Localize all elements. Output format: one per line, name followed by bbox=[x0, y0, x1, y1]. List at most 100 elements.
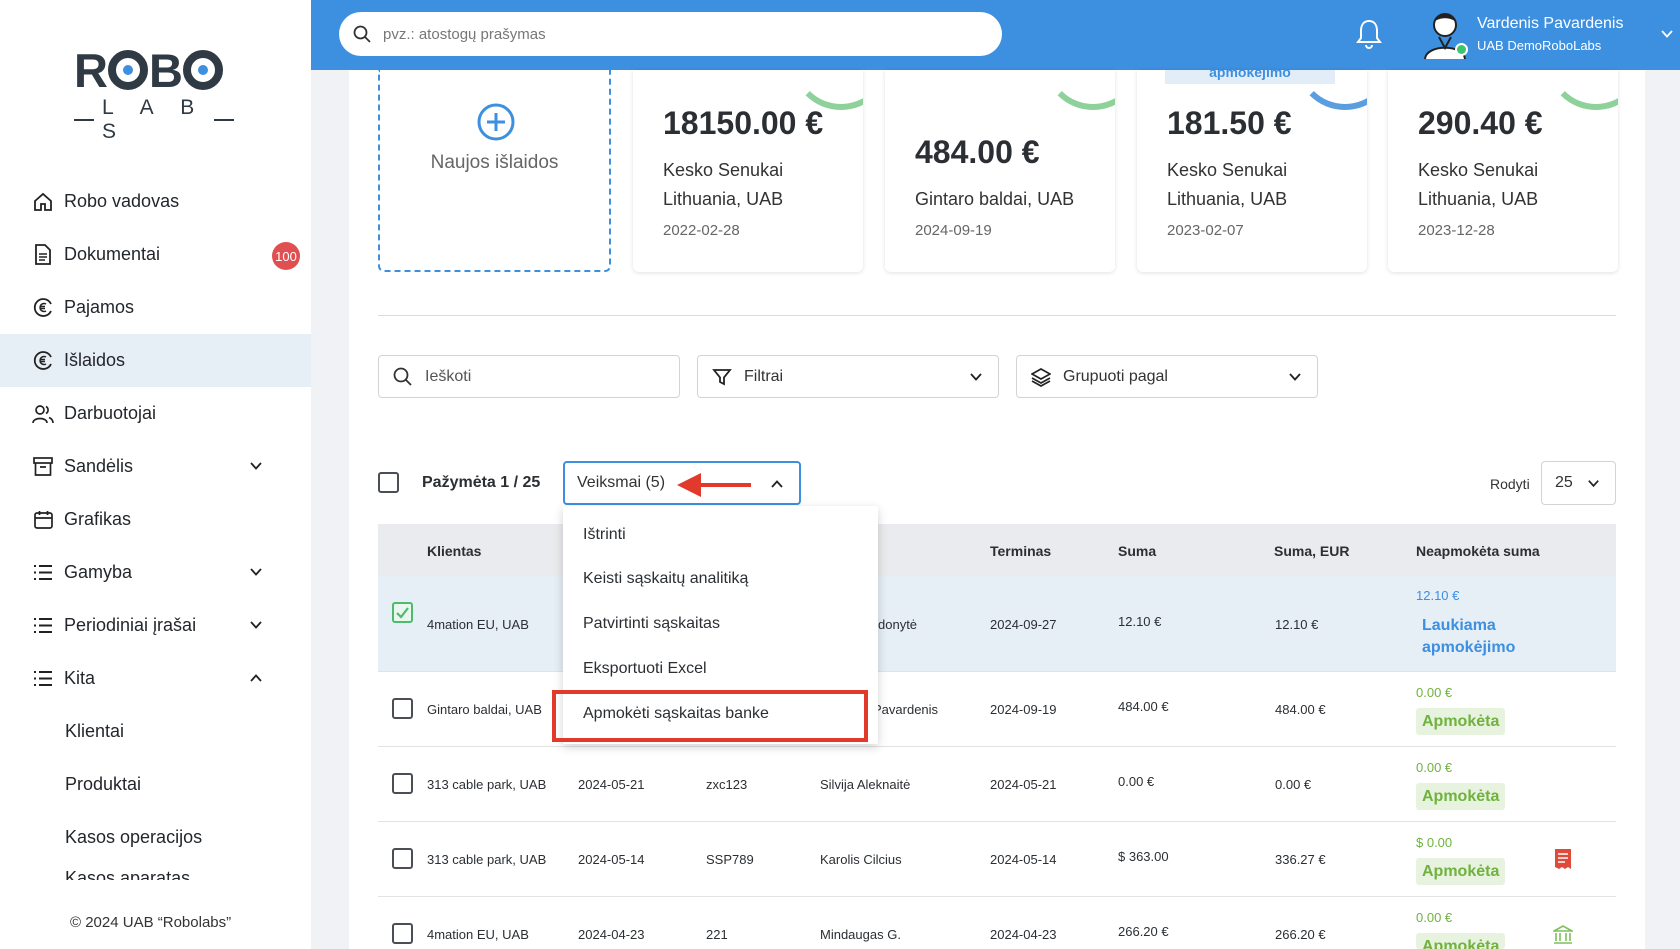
sidebar-item-label: Darbuotojai bbox=[64, 403, 157, 423]
sidebar-item-dokumentai[interactable]: Dokumentai 100 bbox=[0, 228, 311, 281]
selected-count: Pažymėta 1 / 25 bbox=[422, 474, 541, 491]
sidebar-item-robo-vadovas[interactable]: Robo vadovas bbox=[0, 175, 311, 228]
plus-circle-icon bbox=[477, 103, 515, 141]
chevron-down-icon bbox=[1289, 373, 1301, 381]
invoice-date: 2024-09-19 bbox=[915, 222, 992, 239]
calendar-icon bbox=[32, 509, 54, 531]
row-checkbox[interactable] bbox=[392, 848, 413, 869]
user-name[interactable]: Vardenis Pavardenis bbox=[1477, 15, 1623, 33]
sidebar-item-gamyba[interactable]: Gamyba bbox=[0, 546, 311, 599]
chevron-down-icon[interactable] bbox=[248, 458, 264, 474]
cell-sum: $ 363.00 bbox=[1118, 849, 1169, 864]
sidebar-item-label: Dokumentai bbox=[64, 244, 161, 264]
sidebar-subitem-kasos-aparatas[interactable]: Kasos aparatas bbox=[0, 864, 311, 880]
menu-item-confirm-invoices[interactable]: Patvirtinti sąskaitas bbox=[583, 615, 720, 633]
progress-arc bbox=[1295, 70, 1367, 110]
invoice-card[interactable]: 484.00 € Gintaro baldai, UAB 2024-09-19 bbox=[885, 70, 1115, 272]
cell-person: Pavardenis bbox=[873, 702, 939, 717]
column-header-sum-eur[interactable]: Suma, EUR bbox=[1274, 543, 1349, 559]
progress-arc bbox=[1043, 70, 1115, 110]
euro-coin-icon bbox=[32, 350, 54, 372]
sidebar-item-pajamos[interactable]: Pajamos bbox=[0, 281, 311, 334]
select-all-checkbox[interactable] bbox=[378, 472, 399, 493]
bank-icon[interactable] bbox=[1553, 924, 1573, 946]
sidebar-item-darbuotojai[interactable]: Darbuotojai bbox=[0, 387, 311, 440]
invoice-card[interactable]: 18150.00 € Kesko Senukai Lithuania, UAB … bbox=[633, 70, 863, 272]
cell-number: zxc123 bbox=[706, 777, 748, 792]
invoice-card[interactable]: 290.40 € Kesko Senukai Lithuania, UAB 20… bbox=[1388, 70, 1618, 272]
invoice-amount: 484.00 € bbox=[915, 134, 1040, 170]
column-header-unpaid[interactable]: Neapmokėta suma bbox=[1416, 543, 1540, 559]
cell-person: Silvija Aleknaitė bbox=[820, 777, 911, 792]
cell-term: 2024-05-14 bbox=[990, 852, 1057, 867]
euro-coin-icon bbox=[32, 297, 54, 319]
actions-label: Veiksmai (5) bbox=[577, 474, 666, 491]
sidebar-item-periodiniai-irasai[interactable]: Periodiniai įrašai bbox=[0, 599, 311, 652]
menu-item-export-excel[interactable]: Eksportuoti Excel bbox=[583, 660, 707, 678]
chevron-down-icon[interactable] bbox=[248, 617, 264, 633]
status-badge: Apmokėta bbox=[1416, 783, 1506, 810]
status-badge: Apmokėta bbox=[1416, 933, 1506, 949]
sidebar-subitem-produktai[interactable]: Produktai bbox=[0, 758, 311, 811]
layers-icon bbox=[1031, 367, 1051, 387]
row-checkbox[interactable] bbox=[392, 602, 413, 623]
list-icon bbox=[32, 562, 54, 584]
menu-item-delete[interactable]: Ištrinti bbox=[583, 526, 626, 544]
annotation-arrow-icon bbox=[677, 473, 751, 497]
cell-unpaid: 12.10 € bbox=[1416, 588, 1460, 603]
filters-dropdown[interactable]: Filtrai bbox=[697, 355, 999, 398]
bell-icon[interactable] bbox=[1355, 18, 1383, 50]
sidebar-item-sandelis[interactable]: Sandėlis bbox=[0, 440, 311, 493]
cell-date: 2024-05-14 bbox=[578, 852, 645, 867]
checkmark-icon bbox=[396, 607, 409, 619]
list-icon bbox=[32, 668, 54, 690]
chevron-up-icon[interactable] bbox=[248, 670, 264, 686]
progress-arc bbox=[1546, 70, 1618, 110]
menu-item-change-analytics[interactable]: Keisti sąskaitų analitiką bbox=[583, 570, 748, 588]
chevron-down-icon bbox=[1588, 480, 1599, 488]
per-page-select[interactable]: 25 bbox=[1541, 461, 1616, 505]
new-expense-card[interactable]: Naujos išlaidos bbox=[378, 70, 611, 272]
invoice-supplier: Kesko Senukai Lithuania, UAB bbox=[663, 160, 784, 209]
chevron-down-icon[interactable] bbox=[1659, 26, 1675, 42]
cell-term: 2024-09-19 bbox=[990, 702, 1057, 717]
sidebar-subitem-klientai[interactable]: Klientai bbox=[0, 705, 311, 758]
robolabs-logo[interactable]: RB L A B S bbox=[74, 44, 234, 143]
chevron-down-icon[interactable] bbox=[248, 564, 264, 580]
sidebar-item-label: Gamyba bbox=[64, 562, 133, 582]
document-icon bbox=[32, 244, 54, 266]
column-header-client[interactable]: Klientas bbox=[427, 543, 481, 559]
column-header-sum[interactable]: Suma bbox=[1118, 543, 1156, 559]
invoice-supplier: Kesko Senukai Lithuania, UAB bbox=[1418, 160, 1539, 209]
global-search[interactable] bbox=[339, 12, 1002, 56]
cell-date: 2024-05-21 bbox=[578, 777, 645, 792]
group-by-dropdown[interactable]: Grupuoti pagal bbox=[1016, 355, 1318, 398]
table-search-placeholder: Ieškoti bbox=[425, 367, 472, 385]
global-search-input[interactable] bbox=[383, 25, 963, 43]
sidebar-item-islaidos[interactable]: Išlaidos bbox=[0, 334, 311, 387]
cell-client: 4mation EU, UAB bbox=[427, 617, 529, 632]
online-status-dot bbox=[1455, 43, 1468, 56]
row-checkbox[interactable] bbox=[392, 773, 413, 794]
filters-label: Filtrai bbox=[744, 367, 784, 385]
status-badge: Apmokėta bbox=[1416, 708, 1506, 735]
table-search[interactable]: Ieškoti bbox=[378, 355, 680, 398]
receipt-icon[interactable] bbox=[1553, 848, 1573, 870]
user-company[interactable]: UAB DemoRoboLabs bbox=[1477, 38, 1601, 53]
search-icon bbox=[393, 367, 412, 386]
column-header-term[interactable]: Terminas bbox=[990, 543, 1051, 559]
sidebar-item-kita[interactable]: Kita bbox=[0, 652, 311, 705]
invoice-card[interactable]: apmokėjimo 181.50 € Kesko Senukai Lithua… bbox=[1137, 70, 1367, 272]
invoice-amount: 18150.00 € bbox=[663, 105, 824, 141]
sidebar-item-grafikas[interactable]: Grafikas bbox=[0, 493, 311, 546]
row-checkbox[interactable] bbox=[392, 923, 413, 944]
sidebar-subitem-kasos-operacijos[interactable]: Kasos operacijos bbox=[0, 811, 311, 864]
cell-sum: 266.20 € bbox=[1118, 924, 1169, 939]
sidebar-item-label: Grafikas bbox=[64, 509, 132, 529]
row-checkbox[interactable] bbox=[392, 698, 413, 719]
cell-term: 2024-09-27 bbox=[990, 617, 1057, 632]
section-divider bbox=[378, 315, 1616, 316]
cell-client: Gintaro baldai, UAB bbox=[427, 702, 542, 717]
cell-number: 221 bbox=[706, 927, 728, 942]
invoice-amount: 290.40 € bbox=[1418, 105, 1543, 141]
